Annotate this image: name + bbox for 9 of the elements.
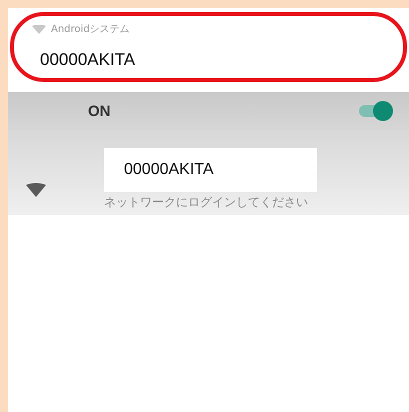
switch-label: ON	[88, 102, 110, 120]
network-name: 00000AKITA	[104, 148, 317, 192]
network-name: 00000AKITA	[40, 50, 136, 70]
wifi-icon	[26, 183, 46, 197]
network-row[interactable]: 00000AKITA ネットワークにログインしてください	[8, 130, 409, 215]
notification-card[interactable]: Androidシステム 00000AKITA	[10, 12, 407, 82]
app-name: Androidシステム	[51, 23, 130, 36]
network-status: ネットワークにログインしてください	[104, 194, 309, 211]
wifi-icon	[32, 24, 46, 34]
